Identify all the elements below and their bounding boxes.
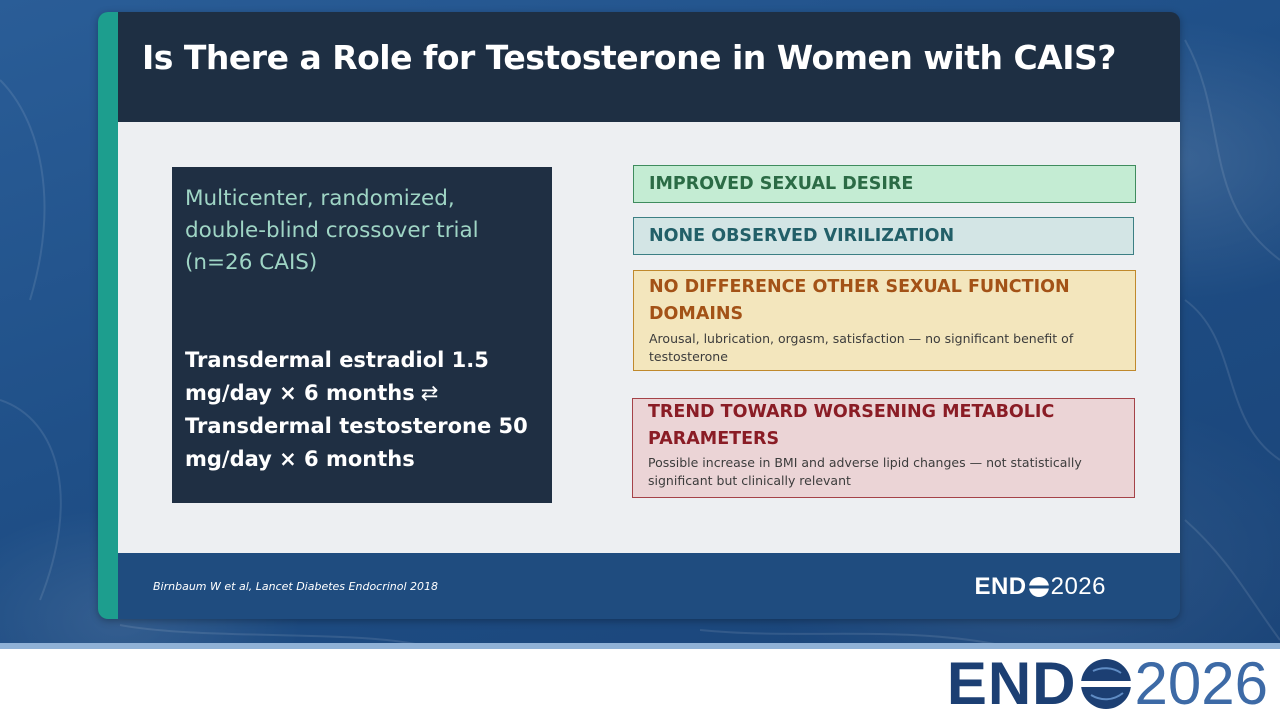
- regimen-testosterone: Transdermal testosterone 50 mg/day × 6 m…: [185, 414, 528, 471]
- finding-description: Arousal, lubrication, orgasm, satisfacti…: [649, 331, 1074, 364]
- globe-icon: [1028, 577, 1049, 597]
- finding-heading: TREND TOWARD WORSENING METABOLIC PARAMET…: [648, 402, 1055, 449]
- accent-stripe: [98, 12, 118, 619]
- endo-banner-logo: END 2026: [947, 654, 1268, 714]
- citation: Birnbaum W et al, Lancet Diabetes Endocr…: [153, 580, 439, 593]
- crossover-arrows-icon: ⇄: [420, 381, 439, 405]
- slide-footer: Birnbaum W et al, Lancet Diabetes Endocr…: [118, 553, 1180, 619]
- bottom-banner: END 2026: [0, 649, 1280, 720]
- finding-metabolic: TREND TOWARD WORSENING METABOLIC PARAMET…: [632, 398, 1135, 498]
- finding-description: Possible increase in BMI and adverse lip…: [648, 455, 1082, 488]
- endo-logo: END 2026: [974, 573, 1106, 601]
- banner-logo-end-text: END: [946, 650, 1077, 717]
- study-design-text: Multicenter, randomized, double-blind cr…: [185, 186, 479, 275]
- logo-end-text: END: [974, 573, 1027, 600]
- logo-year-text: 2026: [1050, 573, 1106, 600]
- finding-heading: NO DIFFERENCE OTHER SEXUAL FUNCTION DOMA…: [649, 277, 1070, 324]
- banner-logo-year-text: 2026: [1134, 650, 1268, 717]
- regimen-text: Transdermal estradiol 1.5 mg/day × 6 mon…: [185, 344, 545, 476]
- study-design-box: Multicenter, randomized, double-blind cr…: [172, 167, 552, 503]
- finding-heading: NONE OBSERVED VIRILIZATION: [649, 226, 955, 246]
- regimen-estradiol: Transdermal estradiol 1.5 mg/day × 6 mon…: [185, 348, 489, 405]
- finding-virilization: NONE OBSERVED VIRILIZATION: [633, 217, 1134, 255]
- title-bar: Is There a Role for Testosterone in Wome…: [118, 12, 1180, 122]
- finding-sexual-desire: IMPROVED SEXUAL DESIRE: [633, 165, 1136, 203]
- finding-heading: IMPROVED SEXUAL DESIRE: [649, 174, 914, 194]
- globe-icon: [1080, 659, 1131, 709]
- slide-card: Is There a Role for Testosterone in Wome…: [98, 12, 1180, 619]
- finding-other-domains: NO DIFFERENCE OTHER SEXUAL FUNCTION DOMA…: [633, 270, 1136, 371]
- content-area: Multicenter, randomized, double-blind cr…: [118, 122, 1180, 553]
- slide-title: Is There a Role for Testosterone in Wome…: [142, 38, 1116, 77]
